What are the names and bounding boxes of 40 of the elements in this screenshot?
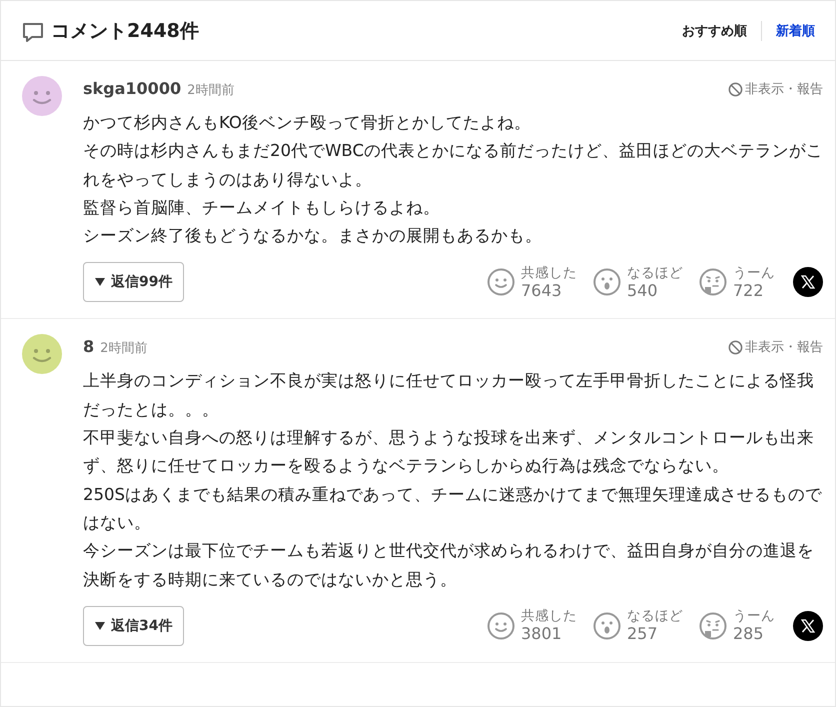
surprised-face-icon <box>593 612 621 640</box>
comments-title: コメント2448件 <box>51 18 199 44</box>
sort-tab[interactable]: おすすめ順 <box>682 22 747 40</box>
comment-text: シーズン終了後もどうなるかな。まさかの展開もあるかも。 <box>83 225 543 248</box>
comment-icon <box>21 20 45 44</box>
x-share-button[interactable] <box>793 267 823 298</box>
sort-tab[interactable]: 新着順 <box>776 22 815 40</box>
comment-text: 今シーズンは最下位でチームも若返りと世代交代が求められるわけで、益田自身が自分の進退を決断をする時期に来ているのではないかと思う。 <box>83 540 815 591</box>
caret-icon <box>95 622 105 630</box>
replies-button[interactable]: 返信99件 <box>83 262 184 302</box>
reaction-button[interactable]: 共感した 7643 <box>487 264 577 300</box>
comment-text: 250Sはあくまでも結果の積み重ねであって、チームに迷惑かけてまで無理矢理達成させるものではない。 <box>83 484 823 534</box>
replies-button[interactable]: 返信34件 <box>83 606 184 646</box>
comment-text: かつて杉内さんもKO後ベンチ殴って骨折とかしてたよね。 <box>83 112 532 134</box>
reaction-button[interactable]: なるほど 257 <box>593 608 683 644</box>
x-logo-icon <box>801 275 815 290</box>
hide-report-link[interactable]: 非表示・報告 <box>728 338 823 356</box>
prohibited-icon <box>728 82 743 96</box>
thinking-face-icon <box>699 268 727 296</box>
comment-text: 監督ら首脳陣、チームメイトもしらけるよね。 <box>83 196 441 219</box>
smile-face-icon <box>487 268 515 296</box>
comment-text: 上半身のコンディション不良が実は怒りに任せてロッカー殴って左手甲骨折したことによる怪我だったとは。。。 <box>83 370 815 421</box>
comment-text: 不甲斐ない自身への怒りは理解するが、思うような投球を出来ず、メンタルコントロールも出来ず、怒りに任せてロッカーを殴るようなベテランらしからぬ行為は残念でならない。 <box>83 427 815 478</box>
x-logo-icon <box>801 618 815 633</box>
reaction-button[interactable]: うーん 285 <box>699 608 775 644</box>
thinking-face-icon <box>699 612 727 640</box>
prohibited-icon <box>728 340 743 355</box>
caret-icon <box>95 278 105 286</box>
reaction-button[interactable]: うーん 722 <box>699 264 775 300</box>
x-share-button[interactable] <box>793 610 823 641</box>
post-time: 2時間前 <box>100 340 148 358</box>
comment-text: その時は杉内さんもまだ20代でWBCの代表とかになる前だったけど、益田ほどの大ベテランがこれをやってしまうのはあり得ないよ。 <box>83 140 823 191</box>
hide-report-link[interactable]: 非表示・報告 <box>728 80 823 98</box>
post-time: 2時間前 <box>187 82 234 99</box>
smile-face-icon <box>487 612 515 640</box>
reaction-button[interactable]: なるほど 540 <box>593 264 683 300</box>
reaction-button[interactable]: 共感した 3801 <box>487 608 577 644</box>
user-name[interactable]: 8 <box>83 337 94 356</box>
surprised-face-icon <box>593 268 621 296</box>
user-name[interactable]: skga10000 <box>83 79 182 98</box>
